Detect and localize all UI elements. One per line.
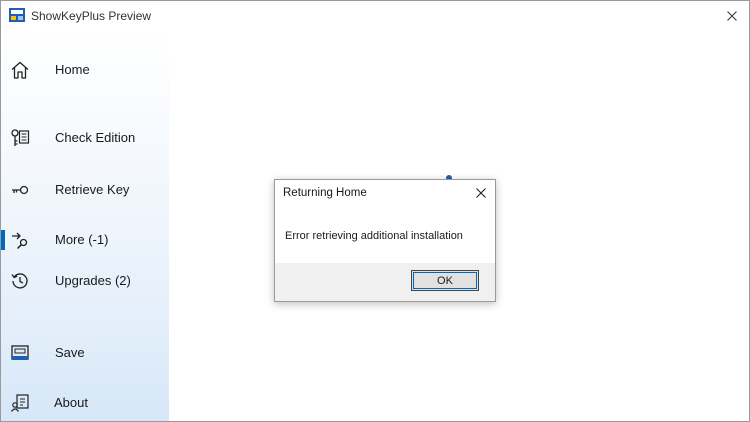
about-icon	[11, 394, 29, 412]
history-icon	[11, 273, 28, 289]
sidebar-item-about[interactable]: About	[1, 386, 169, 420]
sidebar-item-label: Retrieve Key	[55, 182, 130, 197]
ok-button[interactable]: OK	[411, 270, 479, 291]
edition-icon	[11, 129, 30, 146]
sidebar-item-more[interactable]: More (-1)	[1, 223, 169, 257]
app-window: ShowKeyPlus Preview Home Check Edition R…	[0, 0, 750, 422]
sidebar-item-retrieve-key[interactable]: Retrieve Key	[1, 173, 169, 207]
sidebar-item-upgrades[interactable]: Upgrades (2)	[1, 264, 169, 298]
window-title: ShowKeyPlus Preview	[31, 9, 152, 23]
sidebar-item-label: Home	[55, 62, 90, 77]
more-search-icon	[12, 232, 28, 250]
sidebar: Home Check Edition Retrieve Key More (-1…	[1, 31, 169, 421]
home-icon	[11, 61, 29, 79]
sidebar-item-home[interactable]: Home	[1, 53, 169, 87]
sidebar-item-save[interactable]: Save	[1, 336, 169, 370]
close-icon	[727, 11, 737, 21]
sidebar-item-label: More (-1)	[55, 232, 109, 247]
sidebar-item-label: About	[54, 395, 88, 410]
sidebar-item-check-edition[interactable]: Check Edition	[1, 121, 169, 155]
sidebar-item-label: Save	[55, 345, 85, 360]
dialog-title: Returning Home	[283, 187, 367, 199]
dialog-message: Error retrieving additional installation	[285, 230, 463, 242]
title-bar[interactable]: ShowKeyPlus Preview	[1, 1, 749, 31]
save-icon	[11, 345, 29, 360]
dialog-close-button[interactable]	[467, 180, 495, 206]
app-logo-icon	[9, 8, 25, 22]
key-icon	[12, 185, 29, 195]
dialog-footer: OK	[275, 263, 495, 301]
sidebar-item-label: Upgrades (2)	[55, 273, 131, 288]
message-dialog: Returning Home Error retrieving addition…	[274, 179, 496, 302]
sidebar-item-label: Check Edition	[55, 130, 136, 145]
close-icon	[476, 188, 486, 198]
window-close-button[interactable]	[715, 1, 749, 31]
